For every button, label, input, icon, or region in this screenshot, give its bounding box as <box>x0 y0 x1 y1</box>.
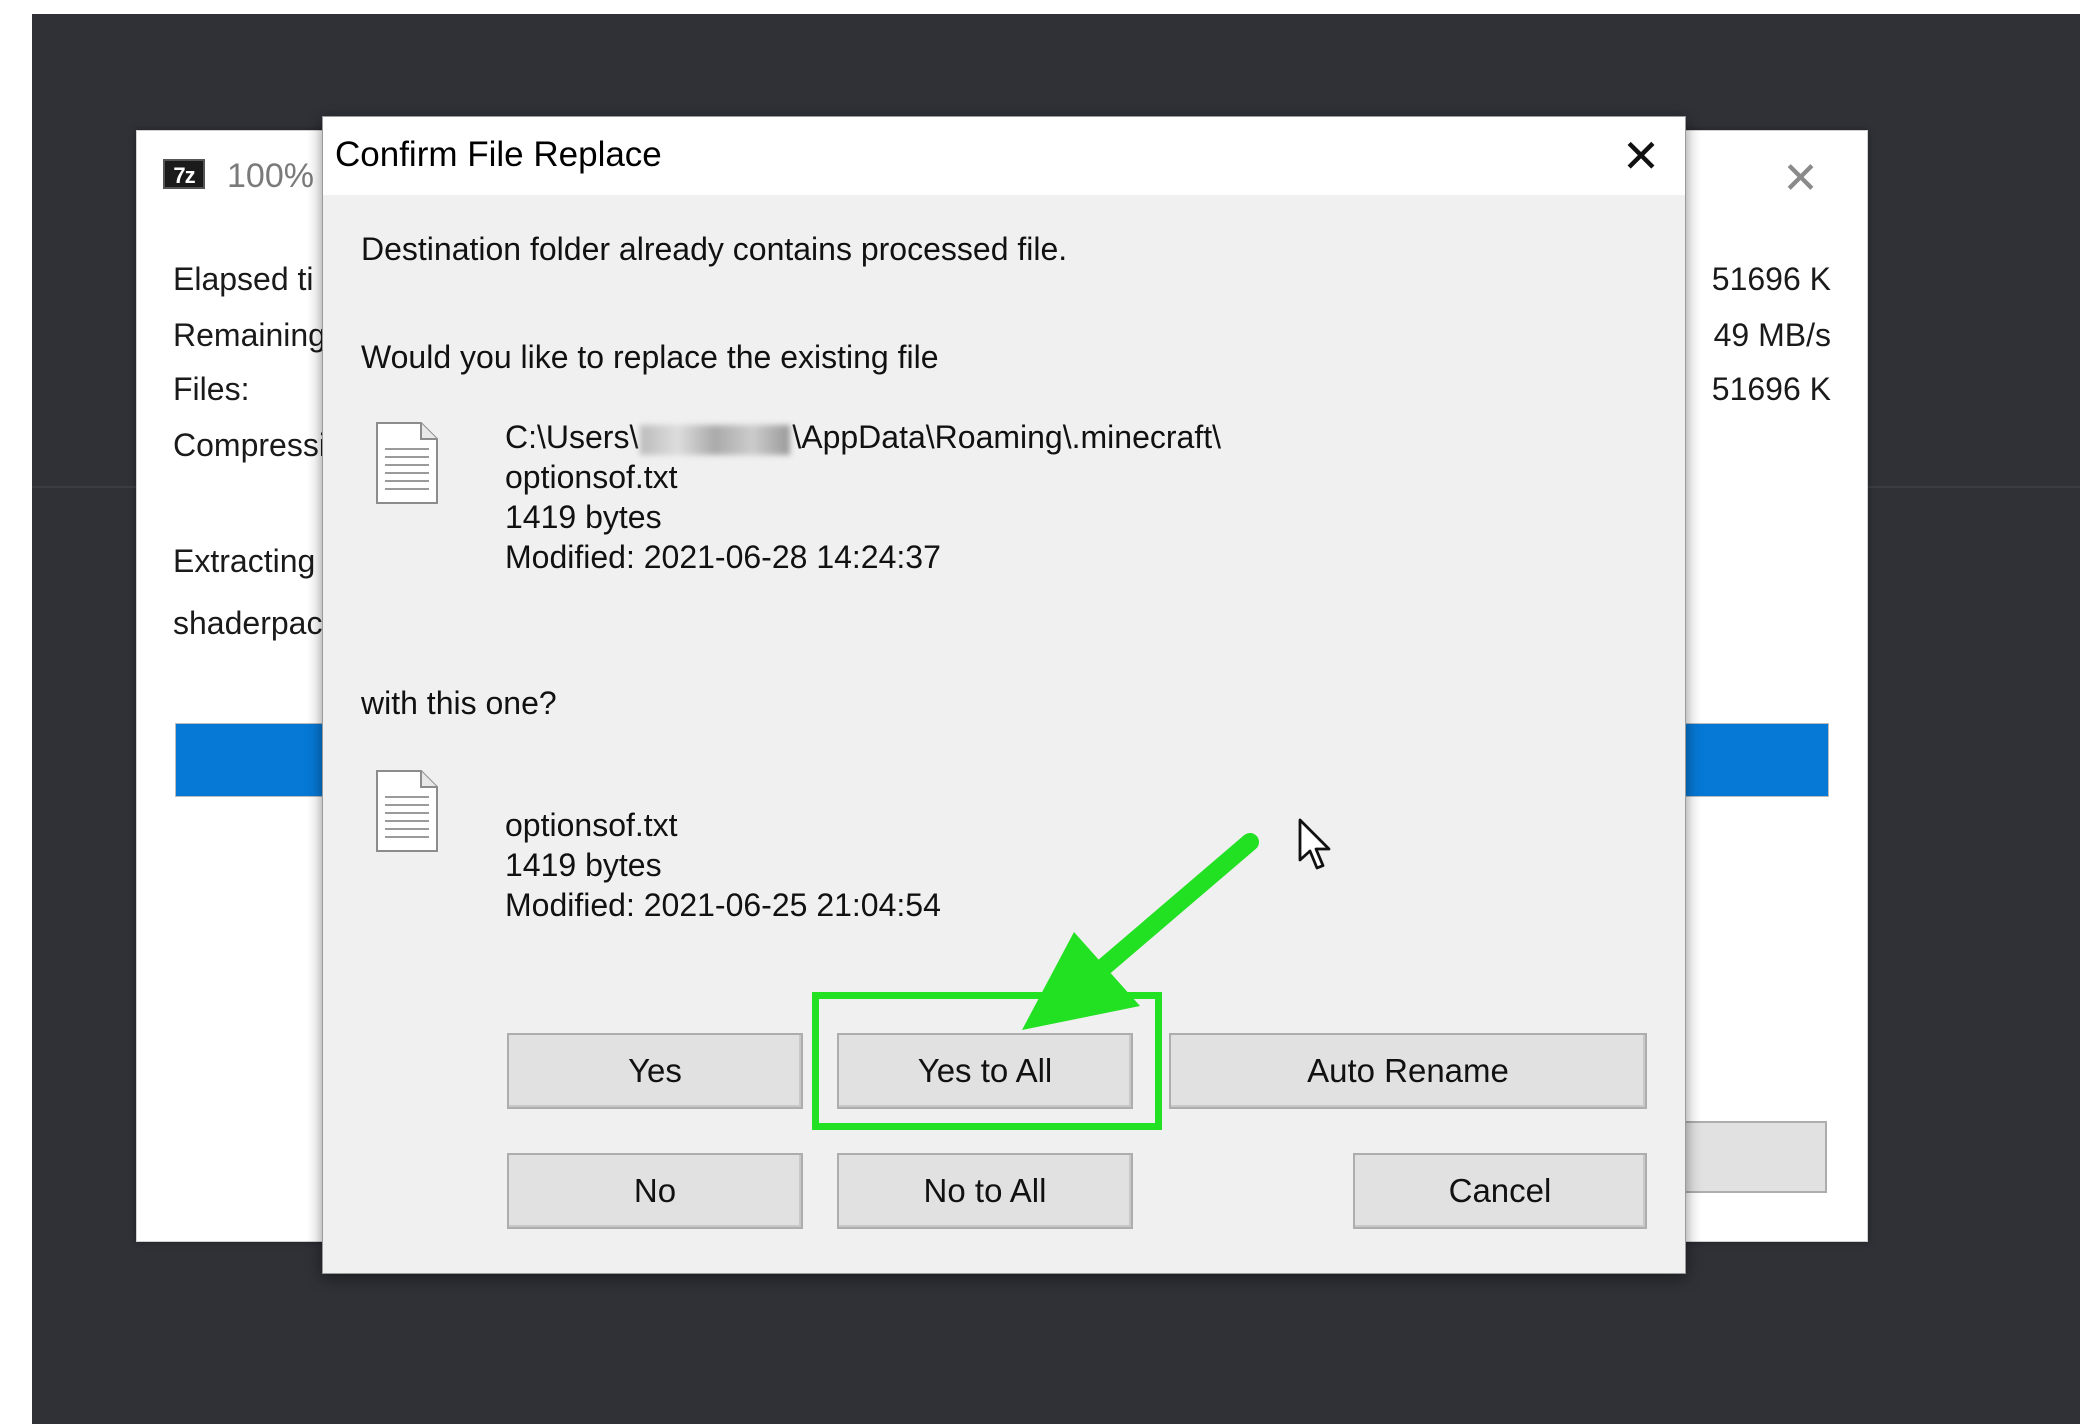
new-file-modified: Modified: 2021-06-25 21:04:54 <box>505 887 941 923</box>
dialog-title: Confirm File Replace <box>335 135 662 174</box>
sevenzip-logo-icon: 7z <box>163 159 205 189</box>
new-file-name: optionsof.txt <box>505 807 678 843</box>
with-this-one-label: with this one? <box>361 685 557 721</box>
dialog-titlebar: Confirm File Replace ✕ <box>323 117 1685 195</box>
existing-file-modified: Modified: 2021-06-28 14:24:37 <box>505 539 941 575</box>
compression-label: Compressi <box>173 427 326 463</box>
existing-file-icon <box>376 422 438 504</box>
auto-rename-button[interactable]: Auto Rename <box>1169 1033 1647 1109</box>
speed-value: 49 MB/s <box>1713 317 1831 353</box>
files-label: Files: <box>173 371 250 407</box>
new-file-icon <box>376 770 438 852</box>
existing-file-size: 1419 bytes <box>505 499 662 535</box>
progress-window-title: 100% <box>227 157 314 195</box>
new-file-size: 1419 bytes <box>505 847 662 883</box>
yes-button[interactable]: Yes <box>507 1033 803 1109</box>
path-prefix: C:\Users\ <box>505 419 639 455</box>
path-suffix: \AppData\Roaming\.minecraft\ <box>792 419 1221 455</box>
yes-to-all-button[interactable]: Yes to All <box>837 1033 1133 1109</box>
existing-file-name: optionsof.txt <box>505 459 678 495</box>
replace-question: Would you like to replace the existing f… <box>361 339 939 375</box>
progress-window-close-icon[interactable]: ✕ <box>1782 153 1819 204</box>
confirm-file-replace-dialog: Confirm File Replace ✕ Destination folde… <box>322 116 1686 1274</box>
redacted-username <box>640 424 791 455</box>
no-to-all-button[interactable]: No to All <box>837 1153 1133 1229</box>
size-value: 51696 K <box>1711 261 1831 297</box>
processed-value: 51696 K <box>1711 371 1831 407</box>
mouse-cursor-icon <box>1298 818 1331 870</box>
dialog-message: Destination folder already contains proc… <box>361 231 1068 267</box>
extracting-label: Extracting <box>173 543 316 579</box>
current-file-label: shaderpac <box>173 605 323 641</box>
dialog-close-icon[interactable]: ✕ <box>1597 117 1685 195</box>
existing-file-path: C:\Users\ \AppData\Roaming\.minecraft\ <box>505 417 1221 457</box>
elapsed-time-label: Elapsed ti <box>173 261 314 297</box>
remaining-time-label: Remaining <box>173 317 326 353</box>
cancel-button[interactable]: Cancel <box>1353 1153 1647 1229</box>
no-button[interactable]: No <box>507 1153 803 1229</box>
